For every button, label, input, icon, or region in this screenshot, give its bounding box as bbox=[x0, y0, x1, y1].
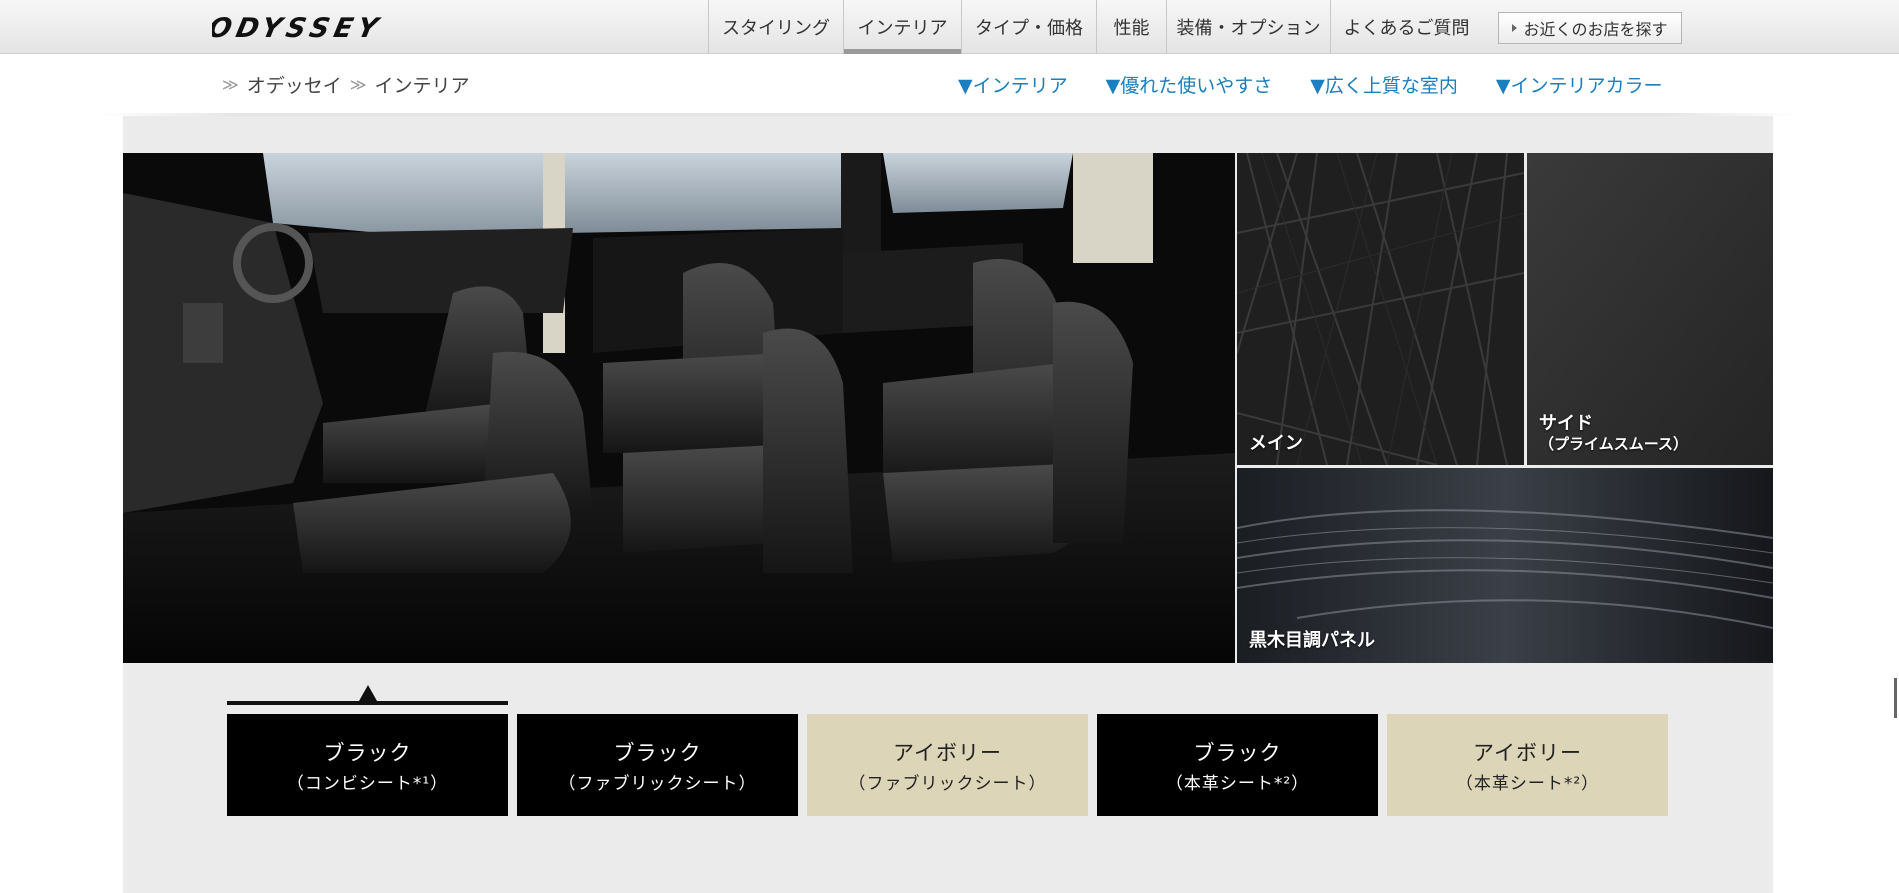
main-nav: スタイリング インテリア タイプ・価格 性能 装備・オプション よくあるご質問 bbox=[708, 0, 1482, 54]
color-option-name: アイボリー bbox=[893, 740, 1002, 765]
triangle-right-icon bbox=[1512, 24, 1518, 32]
selected-indicator-bar bbox=[227, 701, 508, 705]
swatch-label-main: メイン bbox=[1249, 433, 1303, 454]
nav-item-label: インテリア bbox=[857, 18, 948, 39]
color-option-sub: （コンビシート*¹） bbox=[286, 773, 449, 794]
nav-item-label: スタイリング bbox=[722, 18, 830, 39]
anchor-link-cabin[interactable]: ▼広く上質な室内 bbox=[1310, 71, 1458, 98]
nav-item-equipment[interactable]: 装備・オプション bbox=[1166, 0, 1330, 54]
color-option-sub: （本革シート*²） bbox=[1165, 773, 1310, 794]
nav-item-type-price[interactable]: タイプ・価格 bbox=[961, 0, 1096, 54]
color-option-sub: （ファブリックシート） bbox=[558, 773, 757, 794]
top-navigation-bar: ODYSSEY スタイリング インテリア タイプ・価格 性能 装備・オプション … bbox=[0, 0, 1899, 54]
swatch-label-side: サイド （プライムスムース） bbox=[1539, 413, 1688, 453]
nav-item-faq[interactable]: よくあるご質問 bbox=[1330, 0, 1482, 54]
swatch-label-side-title: サイド bbox=[1539, 413, 1593, 434]
interior-color-options: ブラック （コンビシート*¹） ブラック （ファブリックシート） アイボリー （… bbox=[227, 714, 1668, 816]
color-option-sub: （本革シート*²） bbox=[1455, 773, 1600, 794]
nav-item-label: タイプ・価格 bbox=[975, 18, 1083, 39]
breadcrumb: ≫ オデッセイ ≫ インテリア bbox=[222, 54, 470, 114]
find-dealer-label: お近くのお店を探す bbox=[1523, 20, 1668, 39]
nav-item-label: 性能 bbox=[1113, 18, 1150, 39]
odyssey-logo[interactable]: ODYSSEY bbox=[212, 12, 492, 42]
color-option-black-leather[interactable]: ブラック （本革シート*²） bbox=[1097, 714, 1378, 816]
scrollbar-thumb[interactable] bbox=[1894, 678, 1897, 718]
color-option-sub: （ファブリックシート） bbox=[848, 773, 1047, 794]
color-option-ivory-fabric[interactable]: アイボリー （ファブリックシート） bbox=[807, 714, 1088, 816]
double-chevron-icon: ≫ bbox=[349, 74, 367, 94]
double-chevron-icon: ≫ bbox=[222, 74, 239, 94]
odyssey-logo-mark: ODYSSEY bbox=[212, 13, 385, 42]
interior-color-section: メイン サイド （プライムスムース） 黒木目調パネル ブラック （コンビシート*… bbox=[123, 116, 1773, 893]
breadcrumb-item-odyssey[interactable]: オデッセイ bbox=[247, 71, 342, 98]
sub-navigation-bar: ≫ オデッセイ ≫ インテリア ▼インテリア ▼優れた使いやすさ ▼広く上質な室… bbox=[0, 54, 1899, 114]
interior-photo bbox=[123, 153, 1235, 663]
selected-pointer-icon bbox=[359, 685, 377, 701]
color-option-name: アイボリー bbox=[1473, 740, 1582, 765]
logo-text: ODYSSEY bbox=[212, 13, 385, 42]
anchor-link-interior-color[interactable]: ▼インテリアカラー bbox=[1496, 71, 1663, 98]
nav-item-label: よくあるご質問 bbox=[1343, 18, 1470, 39]
find-dealer-button[interactable]: お近くのお店を探す bbox=[1498, 12, 1682, 44]
interior-photo-illustration bbox=[123, 153, 1235, 663]
nav-item-styling[interactable]: スタイリング bbox=[708, 0, 843, 54]
swatch-label-panel: 黒木目調パネル bbox=[1249, 630, 1375, 651]
anchor-link-usability[interactable]: ▼優れた使いやすさ bbox=[1106, 71, 1273, 98]
breadcrumb-item-interior: インテリア bbox=[374, 74, 470, 97]
color-option-name: ブラック bbox=[323, 740, 412, 765]
nav-item-performance[interactable]: 性能 bbox=[1096, 0, 1166, 54]
nav-item-label: 装備・オプション bbox=[1176, 18, 1321, 39]
swatch-black-wood-panel: 黒木目調パネル bbox=[1237, 468, 1773, 663]
fabric-texture bbox=[1237, 153, 1524, 465]
page-anchor-links: ▼インテリア ▼優れた使いやすさ ▼広く上質な室内 ▼インテリアカラー bbox=[958, 54, 1663, 114]
swatch-side-leather: サイド （プライムスムース） bbox=[1527, 153, 1773, 465]
swatch-main-fabric: メイン bbox=[1237, 153, 1524, 465]
color-option-black-fabric[interactable]: ブラック （ファブリックシート） bbox=[517, 714, 798, 816]
color-option-name: ブラック bbox=[1193, 740, 1282, 765]
color-option-name: ブラック bbox=[613, 740, 702, 765]
nav-item-interior[interactable]: インテリア bbox=[843, 0, 961, 54]
anchor-link-interior[interactable]: ▼インテリア bbox=[958, 71, 1068, 98]
color-option-black-combi[interactable]: ブラック （コンビシート*¹） bbox=[227, 714, 508, 816]
swatch-label-side-sub: （プライムスムース） bbox=[1539, 434, 1688, 453]
color-option-ivory-leather[interactable]: アイボリー （本革シート*²） bbox=[1387, 714, 1668, 816]
